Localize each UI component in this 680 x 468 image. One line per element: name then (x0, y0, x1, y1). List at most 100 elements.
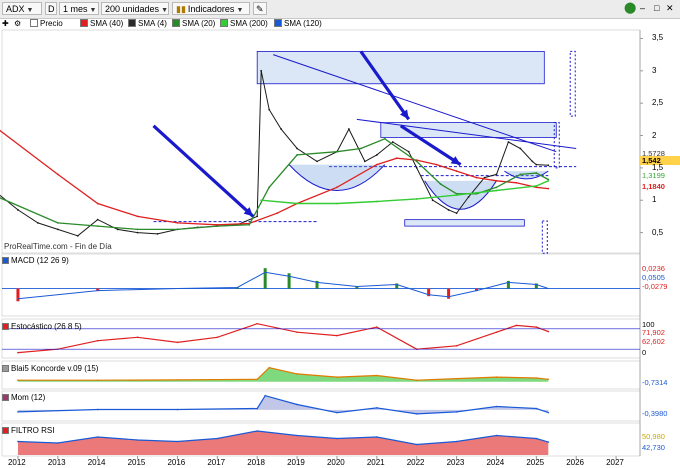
data-point (547, 187, 550, 190)
x-tick-label: 2013 (47, 458, 66, 467)
panel-title-macd[interactable]: MACD (12 26 9) (2, 256, 69, 266)
macd-tag-3: -0,0279 (642, 282, 668, 291)
data-point (280, 128, 283, 130)
stoch-point (176, 341, 179, 344)
data-point (176, 228, 179, 231)
data-point (475, 176, 478, 179)
x-tick-label: 2023 (446, 458, 465, 467)
data-point (467, 196, 470, 198)
x-tick-label: 2025 (526, 458, 545, 467)
rsi-point (96, 436, 99, 438)
data-point (547, 164, 550, 167)
blai5-point (376, 374, 378, 377)
data-point (547, 179, 550, 182)
data-point (136, 228, 139, 231)
data-point (316, 160, 318, 163)
resistance-zone-top (256, 51, 545, 85)
data-point (248, 223, 251, 226)
blai5-point (415, 379, 418, 381)
macd-bar (287, 273, 291, 289)
blai5-tag: -0,7314 (642, 378, 668, 387)
stoch-tag-1: 71,902 (642, 328, 665, 337)
panel-title-rsi[interactable]: FILTRO RSI (2, 426, 54, 436)
mom-point (176, 408, 179, 411)
data-point (96, 225, 99, 228)
blai5-point (176, 379, 179, 381)
data-point (415, 198, 418, 200)
data-point (455, 194, 458, 196)
stoch-point (535, 326, 538, 328)
y-tick-label: 1,5 (652, 162, 664, 172)
mom-point (455, 411, 458, 413)
data-point (56, 173, 59, 176)
data-point (36, 221, 39, 224)
rsi-point (455, 440, 458, 443)
panel-title-stoch[interactable]: Estocástico (26 8 5) (2, 322, 82, 332)
data-point (336, 186, 338, 189)
data-point (407, 150, 410, 153)
data-point (383, 137, 386, 140)
x-tick-label: 2015 (127, 458, 146, 467)
data-point (268, 108, 271, 111)
panel-title-blai5[interactable]: Blai5 Koncorde v.09 (15) (2, 364, 98, 374)
blai5-point (96, 379, 99, 381)
chart-canvas[interactable] (0, 0, 680, 468)
rsi-tag-2: 42,730 (642, 443, 665, 452)
data-point (391, 141, 394, 143)
y-tick-label: 3,5 (652, 33, 664, 43)
data-point (495, 179, 498, 182)
x-tick-label: 2016 (167, 458, 186, 467)
stoch-point (455, 345, 458, 347)
x-tick-label: 2021 (366, 458, 385, 467)
data-point (447, 209, 450, 211)
y-tick-label: 1 (652, 195, 657, 205)
data-point (176, 221, 179, 224)
price-sma20-tag: 1,3199 (642, 171, 665, 180)
mom-point (535, 407, 538, 410)
stoch-point (216, 336, 219, 339)
panel-title-mom[interactable]: Mom (12) (2, 393, 45, 403)
data-point (348, 128, 350, 130)
data-point (415, 160, 418, 163)
x-tick-label: 2017 (207, 458, 226, 467)
rsi-point (176, 440, 179, 443)
rsi-swatch-icon (2, 427, 9, 434)
mom-tag: -0,3980 (642, 409, 668, 418)
mom-point (336, 411, 338, 414)
stoch-swatch-icon (2, 323, 9, 330)
x-tick-label: 2019 (287, 458, 305, 467)
data-point (363, 160, 366, 163)
data-point (76, 234, 79, 237)
mom-point (17, 411, 19, 413)
macd-bar (263, 268, 267, 289)
macd-tag-2: 0,0505 (642, 273, 665, 282)
data-point (375, 154, 378, 156)
mom-point (96, 408, 99, 411)
data-point (515, 181, 518, 184)
rsi-point (547, 441, 550, 443)
data-point (336, 202, 338, 205)
stoch-point (547, 330, 550, 333)
mom-point (495, 405, 498, 408)
data-point (256, 215, 259, 218)
blai5-point (547, 378, 550, 381)
x-tick-label: 2018 (247, 458, 265, 467)
data-point (260, 69, 263, 72)
data-point (375, 163, 378, 166)
data-point (116, 228, 119, 231)
chart-footer: ProRealTime.com - Fin de Día (4, 242, 112, 251)
stoch-point (17, 351, 19, 354)
macd-bar (16, 288, 20, 302)
data-point (519, 147, 522, 150)
data-point (431, 199, 434, 202)
macd-panel-frame (1, 253, 641, 317)
data-point (507, 141, 510, 143)
data-point (56, 221, 59, 224)
stoch-tag-2: 62,602 (642, 337, 665, 346)
rsi-point (57, 442, 59, 444)
data-point (276, 212, 279, 215)
data-point (535, 163, 538, 166)
mom-panel-frame (1, 390, 641, 422)
stoch-point (256, 322, 259, 325)
blai5-point (296, 373, 298, 375)
